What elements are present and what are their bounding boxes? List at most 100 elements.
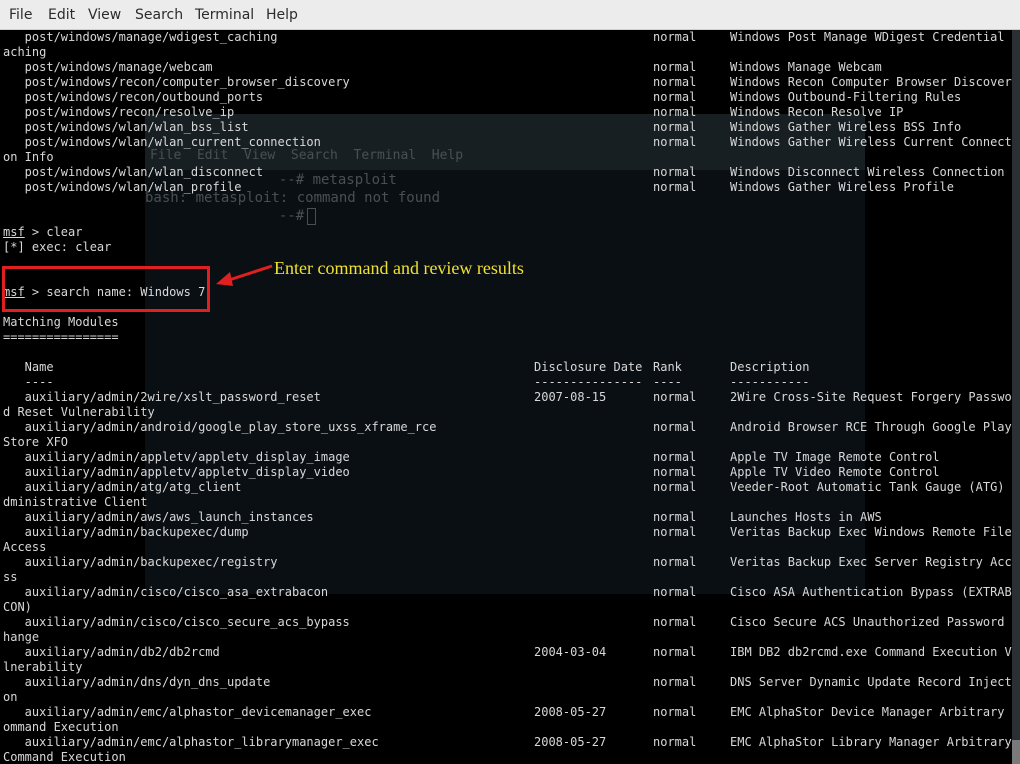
module-name: auxiliary/admin/emc/alphastor_devicemana…: [3, 705, 372, 719]
module-name: auxiliary/admin/backupexec/registry: [3, 555, 278, 569]
module-name: auxiliary/admin/appletv/appletv_display_…: [3, 450, 350, 464]
module-rank: normal: [653, 645, 697, 659]
module-name: auxiliary/admin/backupexec/dump: [3, 525, 249, 539]
menu-edit[interactable]: Edit: [48, 7, 75, 23]
module-desc-wrap: on: [3, 690, 18, 704]
module-description: Windows Post Manage WDigest Credential C: [730, 30, 1012, 44]
module-rank: normal: [653, 675, 697, 689]
module-rank: normal: [653, 705, 697, 719]
module-rank: normal: [653, 420, 697, 434]
ghost-line-1: --# metasploit: [262, 172, 397, 188]
column-dash-rank: ----: [653, 375, 682, 389]
module-name: post/windows/wlan/wlan_disconnect: [3, 165, 264, 179]
module-rank: normal: [653, 390, 697, 404]
module-rank: normal: [653, 555, 697, 569]
column-header-rank: Rank: [653, 360, 682, 374]
module-desc-wrap: Store XFO: [3, 435, 69, 449]
module-description: Apple TV Video Remote Control: [730, 465, 940, 479]
module-description: Launches Hosts in AWS: [730, 510, 882, 524]
module-desc-wrap: dministrative Client: [3, 495, 148, 509]
menu-file[interactable]: File: [9, 7, 32, 23]
module-rank: normal: [653, 465, 697, 479]
module-description: Veeder-Root Automatic Tank Gauge (ATG) A: [730, 480, 1012, 494]
module-description: Windows Gather Wireless Current Connecti: [730, 135, 1012, 149]
module-desc-wrap: hange: [3, 630, 40, 644]
module-rank: normal: [653, 525, 697, 539]
scrollbar-thumb[interactable]: [1012, 740, 1020, 764]
scrollbar-track[interactable]: [1012, 30, 1020, 764]
terminal-output[interactable]: File Edit View Search Terminal Help --# …: [0, 30, 1012, 764]
module-name: auxiliary/admin/db2/db2rcmd: [3, 645, 220, 659]
column-dash-name: ----: [3, 375, 54, 389]
module-disclosure-date: 2008-05-27: [534, 705, 607, 719]
module-name: auxiliary/admin/aws/aws_launch_instances: [3, 510, 314, 524]
module-description: Windows Gather Wireless BSS Info: [730, 120, 962, 134]
module-name: post/windows/wlan/wlan_profile: [3, 180, 242, 194]
module-desc-wrap: aching: [3, 45, 47, 59]
module-rank: normal: [653, 585, 697, 599]
menu-help[interactable]: Help: [266, 7, 298, 23]
ghost-cursor: [307, 208, 316, 225]
module-desc-wrap: ommand Execution: [3, 720, 119, 734]
module-rank: normal: [653, 180, 697, 194]
module-description: Cisco Secure ACS Unauthorized Password C: [730, 615, 1012, 629]
module-rank: normal: [653, 90, 697, 104]
column-dash-date: ---------------: [534, 375, 643, 389]
module-desc-wrap: lnerability: [3, 660, 83, 674]
module-name: auxiliary/admin/atg/atg_client: [3, 480, 242, 494]
module-desc-wrap: Command Execution: [3, 750, 126, 764]
menu-search[interactable]: Search: [135, 7, 183, 23]
module-desc-wrap: ss: [3, 570, 18, 584]
module-desc-wrap: CON): [3, 600, 32, 614]
exec-clear-output: [*] exec: clear: [3, 240, 112, 254]
module-description: 2Wire Cross-Site Request Forgery Passwor: [730, 390, 1012, 404]
module-rank: normal: [653, 165, 697, 179]
module-description: DNS Server Dynamic Update Record Injecti: [730, 675, 1012, 689]
module-rank: normal: [653, 510, 697, 524]
module-rank: normal: [653, 735, 697, 749]
ghost-line-3: --#: [262, 208, 313, 224]
module-description: EMC AlphaStor Library Manager Arbitrary: [730, 735, 1012, 749]
module-description: Windows Disconnect Wireless Connection: [730, 165, 1005, 179]
menu-view[interactable]: View: [88, 7, 121, 23]
module-description: Veritas Backup Exec Windows Remote File: [730, 525, 1012, 539]
module-name: auxiliary/admin/emc/alphastor_libraryman…: [3, 735, 379, 749]
menu-bar: File Edit View Search Terminal Help: [0, 0, 1020, 30]
annotation-arrow-icon: [216, 264, 273, 286]
command-clear: > clear: [24, 225, 83, 239]
module-description: Windows Outbound-Filtering Rules: [730, 90, 962, 104]
module-rank: normal: [653, 105, 697, 119]
column-header-name: Name: [3, 360, 54, 374]
module-description: Veritas Backup Exec Server Registry Acce: [730, 555, 1012, 569]
prompt-line-clear: msf > clear: [3, 225, 82, 240]
module-rank: normal: [653, 30, 697, 44]
module-description: Windows Manage Webcam: [730, 60, 882, 74]
module-name: post/windows/manage/wdigest_caching: [3, 30, 278, 44]
module-desc-wrap: Access: [3, 540, 47, 554]
annotation-callout: Enter command and review results: [274, 258, 524, 278]
module-name: post/windows/wlan/wlan_current_connectio…: [3, 135, 321, 149]
column-dash-description: -----------: [730, 375, 810, 389]
module-name: post/windows/recon/computer_browser_disc…: [3, 75, 350, 89]
module-description: IBM DB2 db2rcmd.exe Command Execution Vu: [730, 645, 1012, 659]
module-description: Windows Recon Resolve IP: [730, 105, 904, 119]
module-name: post/windows/recon/resolve_ip: [3, 105, 235, 119]
module-name: auxiliary/admin/2wire/xslt_password_rese…: [3, 390, 321, 404]
module-description: Android Browser RCE Through Google Play: [730, 420, 1012, 434]
module-desc-wrap: d Reset Vulnerability: [3, 405, 155, 419]
matching-modules-heading: Matching Modules: [3, 315, 119, 329]
module-disclosure-date: 2008-05-27: [534, 735, 607, 749]
module-name: auxiliary/admin/dns/dyn_dns_update: [3, 675, 271, 689]
column-header-description: Description: [730, 360, 810, 374]
module-rank: normal: [653, 75, 697, 89]
module-description: EMC AlphaStor Device Manager Arbitrary C: [730, 705, 1012, 719]
module-name: post/windows/manage/webcam: [3, 60, 213, 74]
module-name: post/windows/wlan/wlan_bss_list: [3, 120, 249, 134]
module-rank: normal: [653, 60, 697, 74]
module-description: Apple TV Image Remote Control: [730, 450, 940, 464]
menu-terminal[interactable]: Terminal: [195, 7, 254, 23]
module-disclosure-date: 2007-08-15: [534, 390, 607, 404]
module-rank: normal: [653, 135, 697, 149]
module-name: post/windows/recon/outbound_ports: [3, 90, 264, 104]
module-name: auxiliary/admin/cisco/cisco_asa_extrabac…: [3, 585, 329, 599]
